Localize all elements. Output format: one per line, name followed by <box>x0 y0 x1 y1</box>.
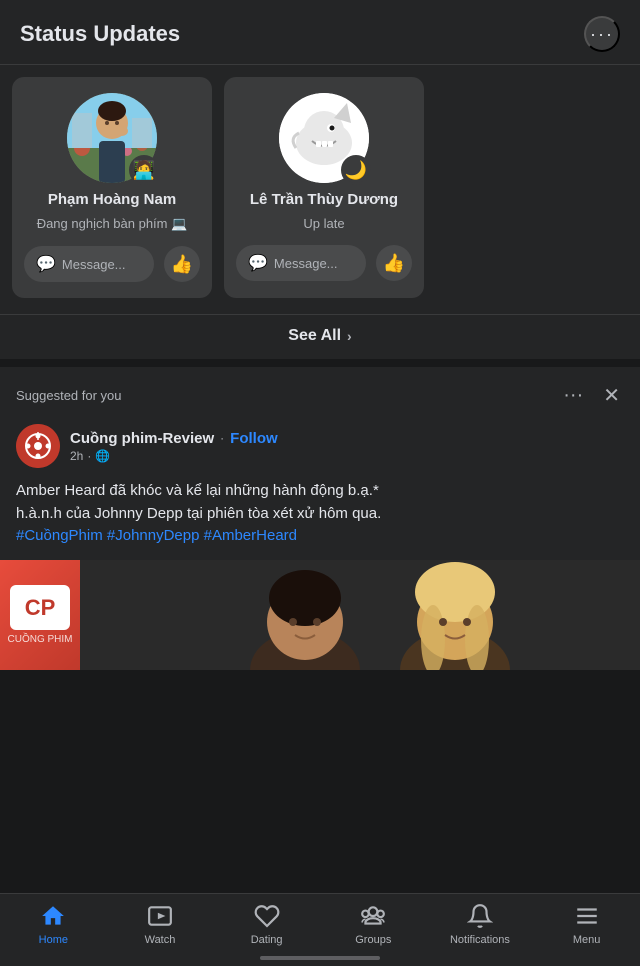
meta-dot: · <box>87 449 91 463</box>
status-card-1[interactable]: 🧑‍💻 Phạm Hoàng Nam Đang nghịch bàn phím … <box>12 77 212 298</box>
card-1-status: Đang nghịch bàn phím 💻 <box>37 216 188 232</box>
chevron-right-icon: › <box>347 328 352 344</box>
nav-item-watch[interactable]: Watch <box>125 902 195 946</box>
card-2-actions: 💬 Message... 👍 <box>236 245 412 281</box>
home-indicator <box>260 956 380 960</box>
post-faces-area <box>80 560 640 670</box>
see-all-button[interactable]: See All › <box>288 327 351 345</box>
suggested-section: Suggested for you ··· ✕ <box>0 367 640 670</box>
card-1-actions: 💬 Message... 👍 <box>24 246 200 282</box>
nav-item-notifications[interactable]: Notifications <box>445 902 515 946</box>
status-card-2[interactable]: 🌙 Lê Trần Thùy Dương Up late 💬 Message..… <box>224 77 424 298</box>
section-divider <box>0 359 640 367</box>
nav-label-watch: Watch <box>145 934 176 946</box>
status-emoji-1: 🧑‍💻 <box>129 155 159 185</box>
message-label-1: Message... <box>62 257 126 272</box>
svg-text:CP: CP <box>25 595 56 620</box>
globe-icon: 🌐 <box>95 449 110 463</box>
more-options-button[interactable]: ··· <box>584 16 620 52</box>
post-hashtags: #CuồngPhim #JohnnyDepp #AmberHeard <box>16 527 297 544</box>
post-image: CP CUỒNG PHIM <box>0 560 640 670</box>
post-text: Amber Heard đã khóc và kể lại những hành… <box>0 476 640 560</box>
post-logo-area: CP CUỒNG PHIM <box>0 560 80 670</box>
message-button-1[interactable]: 💬 Message... <box>24 246 154 282</box>
suggested-close-button[interactable]: ✕ <box>599 379 624 412</box>
dot-separator: · <box>220 431 224 445</box>
post-header: Cuồng phim-Review · Follow 2h · 🌐 <box>0 420 640 476</box>
see-all-row: See All › <box>0 314 640 359</box>
nav-label-dating: Dating <box>251 934 283 946</box>
nav-item-home[interactable]: Home <box>18 902 88 946</box>
card-2-name: Lê Trần Thùy Dương <box>250 191 398 208</box>
home-icon <box>39 902 67 930</box>
like-button-1[interactable]: 👍 <box>164 246 200 282</box>
page-avatar <box>16 424 60 468</box>
nav-label-groups: Groups <box>355 934 391 946</box>
suggested-header: Suggested for you ··· ✕ <box>0 367 640 420</box>
thumbs-up-icon-2: 👍 <box>383 253 405 274</box>
nav-item-menu[interactable]: Menu <box>552 902 622 946</box>
message-label-2: Message... <box>274 256 338 271</box>
messenger-icon-2: 💬 <box>248 253 268 273</box>
post-meta: 2h · 🌐 <box>70 449 624 463</box>
nav-item-groups[interactable]: Groups <box>338 902 408 946</box>
groups-icon <box>359 902 387 930</box>
suggested-label: Suggested for you <box>16 388 122 403</box>
like-button-2[interactable]: 👍 <box>376 245 412 281</box>
avatar-wrap-2: 🌙 <box>279 93 369 183</box>
follow-button[interactable]: Follow <box>230 430 278 447</box>
notifications-icon <box>466 902 494 930</box>
post-time: 2h <box>70 449 83 463</box>
status-updates-header: Status Updates ··· <box>0 0 640 65</box>
page-name-row: Cuồng phim-Review · Follow <box>70 430 624 447</box>
page-name: Cuồng phim-Review <box>70 430 214 447</box>
status-emoji-2: 🌙 <box>341 155 371 185</box>
page-title: Status Updates <box>20 21 180 47</box>
message-button-2[interactable]: 💬 Message... <box>236 245 366 281</box>
avatar-wrap-1: 🧑‍💻 <box>67 93 157 183</box>
thumbs-up-icon-1: 👍 <box>171 254 193 275</box>
suggested-more-button[interactable]: ··· <box>559 380 587 411</box>
nav-label-menu: Menu <box>573 934 601 946</box>
watch-icon <box>146 902 174 930</box>
messenger-icon-1: 💬 <box>36 254 56 274</box>
card-2-status: Up late <box>303 216 344 231</box>
see-all-label: See All <box>288 327 341 345</box>
nav-label-home: Home <box>39 934 68 946</box>
post-image-inner: CP CUỒNG PHIM <box>0 560 640 670</box>
nav-item-dating[interactable]: Dating <box>232 902 302 946</box>
nav-label-notifications: Notifications <box>450 934 510 946</box>
post-content: Amber Heard đã khóc và kể lại những hành… <box>16 482 381 522</box>
card-1-name: Phạm Hoàng Nam <box>48 191 176 208</box>
bottom-spacer <box>0 670 640 760</box>
page-info: Cuồng phim-Review · Follow 2h · 🌐 <box>70 430 624 463</box>
status-cards-list: 🧑‍💻 Phạm Hoàng Nam Đang nghịch bàn phím … <box>0 65 640 314</box>
menu-icon <box>573 902 601 930</box>
suggested-actions: ··· ✕ <box>559 379 624 412</box>
status-section: 🧑‍💻 Phạm Hoàng Nam Đang nghịch bàn phím … <box>0 65 640 359</box>
dating-icon <box>253 902 281 930</box>
